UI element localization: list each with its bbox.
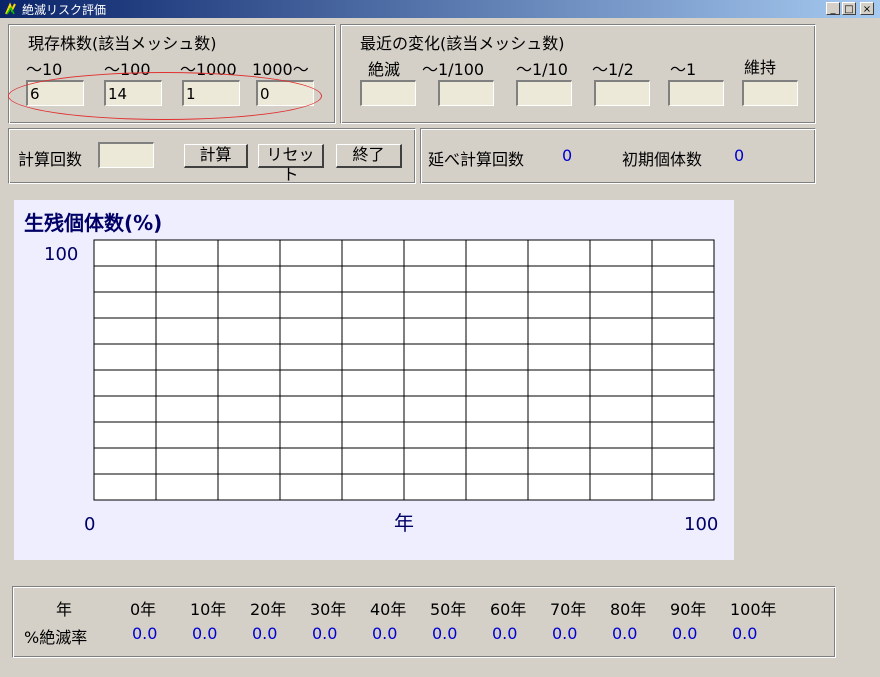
calc-count-input[interactable]	[98, 142, 154, 168]
x-tick-right: 100	[684, 514, 718, 535]
extinction-rate-value: 0.0	[132, 624, 158, 643]
chart-title: 生残個体数(%)	[24, 211, 162, 235]
extinction-rate-value: 0.0	[552, 624, 578, 643]
extinction-rate-value: 0.0	[612, 624, 638, 643]
current-field-3[interactable]: 1	[182, 80, 240, 106]
current-field-1[interactable]: 6	[26, 80, 84, 106]
recent-change-title: 最近の変化(該当メッシュ数)	[360, 34, 565, 53]
extinction-rate-value: 0.0	[492, 624, 518, 643]
year-label: 90年	[670, 600, 707, 619]
recent-field-5[interactable]	[668, 80, 724, 106]
total-calc-label: 延べ計算回数	[428, 150, 525, 169]
current-label-1: 〜10	[26, 60, 63, 79]
year-label: 100年	[730, 600, 777, 619]
year-label: 50年	[430, 600, 467, 619]
x-axis-label: 年	[394, 511, 414, 535]
compute-button[interactable]: 計算	[184, 144, 248, 168]
total-calc-value: 0	[562, 146, 573, 165]
close-button[interactable]: ×	[860, 2, 874, 15]
maximize-button[interactable]: □	[842, 2, 856, 15]
recent-label-4: 〜1/2	[592, 60, 634, 79]
year-label: 80年	[610, 600, 647, 619]
exit-button[interactable]: 終了	[336, 144, 402, 168]
year-label: 60年	[490, 600, 527, 619]
current-label-4: 1000〜	[252, 60, 309, 79]
recent-field-4[interactable]	[594, 80, 650, 106]
initial-pop-label: 初期個体数	[622, 150, 703, 169]
calc-count-label: 計算回数	[18, 150, 83, 169]
window-title: 絶滅リスク評価	[22, 3, 107, 17]
recent-field-3[interactable]	[516, 80, 572, 106]
rate-row-label: %絶滅率	[24, 628, 88, 647]
current-field-2[interactable]: 14	[104, 80, 162, 106]
y-tick-top: 100	[44, 244, 78, 265]
recent-label-6: 維持	[744, 58, 777, 77]
current-label-3: 〜1000	[180, 60, 237, 79]
recent-label-3: 〜1/10	[516, 60, 568, 79]
current-label-2: 〜100	[104, 60, 151, 79]
current-stock-title: 現存株数(該当メッシュ数)	[28, 34, 217, 53]
year-label: 0年	[130, 600, 157, 619]
x-tick-left: 0	[84, 514, 95, 535]
app-icon	[5, 2, 16, 15]
recent-label-5: 〜1	[670, 60, 697, 79]
recent-field-6[interactable]	[742, 80, 798, 106]
recent-field-1[interactable]	[360, 80, 416, 106]
extinction-rate-value: 0.0	[672, 624, 698, 643]
chart-grid	[93, 239, 715, 501]
survival-chart-svg: 生残個体数(%) 100 0 年 100	[24, 211, 718, 535]
initial-pop-value: 0	[734, 146, 745, 165]
extinction-rate-value: 0.0	[732, 624, 758, 643]
survival-chart: 生残個体数(%) 100 0 年 100	[14, 200, 734, 560]
recent-label-2: 〜1/100	[422, 60, 485, 79]
year-label: 40年	[370, 600, 407, 619]
reset-button[interactable]: リセット	[258, 144, 324, 184]
recent-label-1: 絶滅	[368, 60, 401, 79]
minimize-button[interactable]: _	[826, 2, 840, 15]
year-label: 70年	[550, 600, 587, 619]
extinction-rate-value: 0.0	[432, 624, 458, 643]
extinction-rate-value: 0.0	[312, 624, 338, 643]
current-field-4[interactable]: 0	[256, 80, 314, 106]
year-header-label: 年	[56, 600, 73, 619]
extinction-rate-value: 0.0	[252, 624, 278, 643]
year-label: 10年	[190, 600, 227, 619]
extinction-rate-value: 0.0	[372, 624, 398, 643]
recent-field-2[interactable]	[438, 80, 494, 106]
year-label: 20年	[250, 600, 287, 619]
extinction-rate-value: 0.0	[192, 624, 218, 643]
title-bar: 絶滅リスク評価 _ □ ×	[0, 0, 880, 18]
year-label: 30年	[310, 600, 347, 619]
